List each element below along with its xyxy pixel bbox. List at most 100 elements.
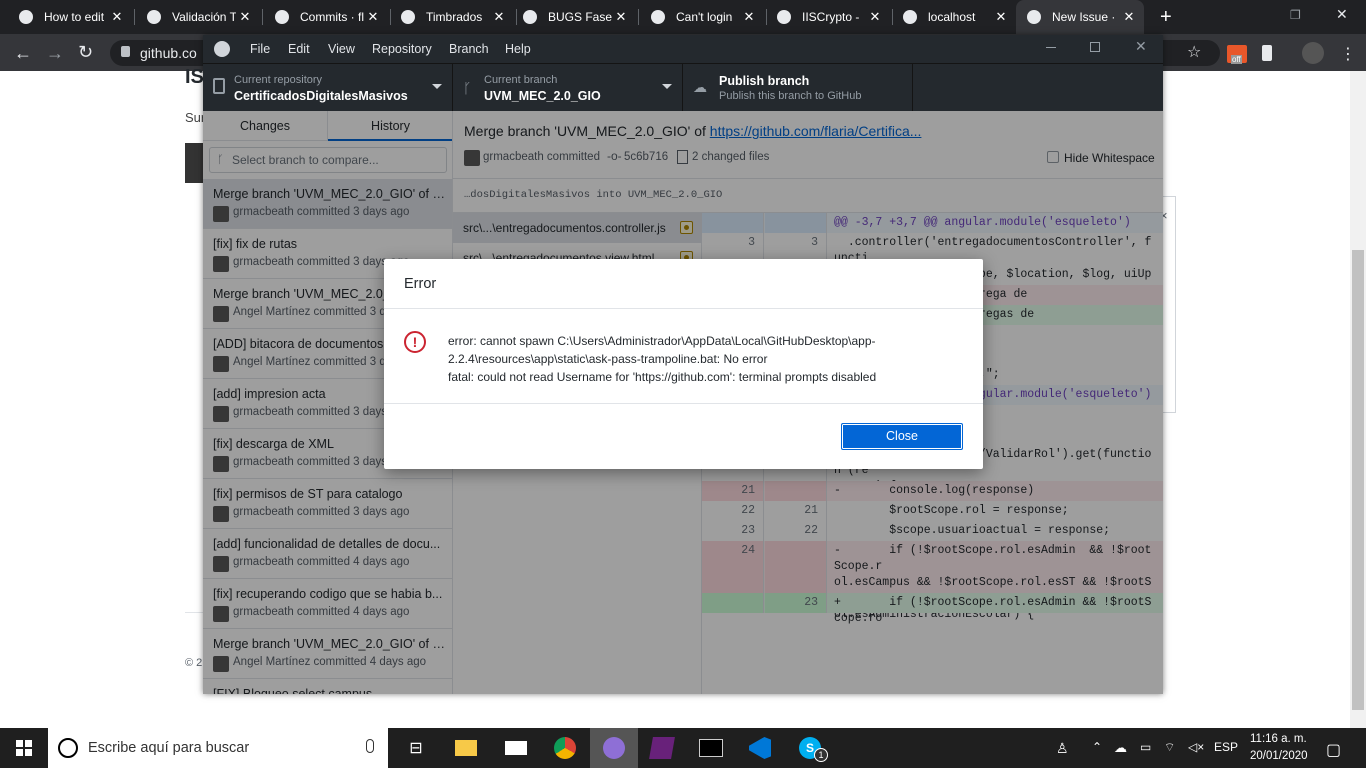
people-icon[interactable]: ♙	[1056, 740, 1069, 757]
tab-title: Timbrados	[426, 10, 483, 24]
browser-tab[interactable]: Commits · fl ✕	[264, 0, 388, 34]
current-repository-label: Current repository	[234, 74, 323, 86]
current-branch-button[interactable]: ᚴ Current branch UVM_MEC_2.0_GIO	[453, 64, 683, 112]
tab-close-icon[interactable]: ✕	[490, 9, 508, 25]
extension-2-icon[interactable]	[1262, 45, 1272, 61]
profile-avatar[interactable]	[1302, 42, 1324, 64]
github-desktop-taskbar-icon[interactable]	[590, 728, 638, 768]
clock-date[interactable]: 20/01/2020	[1250, 750, 1308, 762]
menu-branch[interactable]: Branch	[449, 42, 489, 56]
tab-close-icon[interactable]: ✕	[108, 9, 126, 25]
globe-icon	[902, 9, 918, 25]
microphone-icon[interactable]	[366, 739, 374, 753]
tab-title: IISCrypto -	[802, 10, 860, 24]
minimize-icon[interactable]	[1046, 47, 1056, 48]
error-line-1: error: cannot spawn C:\Users\Administrad…	[448, 334, 876, 348]
github-icon	[650, 9, 666, 25]
tab-close-icon[interactable]: ✕	[866, 9, 884, 25]
chevron-up-icon[interactable]: ⌃	[1092, 740, 1102, 754]
current-repository-value: CertificadosDigitalesMasivos	[234, 89, 408, 103]
tab-close-icon[interactable]: ✕	[612, 9, 630, 25]
menu-repository[interactable]: Repository	[372, 42, 432, 56]
tab-title: Can't login	[676, 10, 733, 24]
error-dialog: Error ! error: cannot spawn C:\Users\Adm…	[384, 259, 983, 469]
tab-close-icon[interactable]: ✕	[992, 9, 1010, 25]
tab-close-icon[interactable]: ✕	[740, 9, 758, 25]
browser-tab[interactable]: How to edit ✕	[8, 0, 132, 34]
current-repository-button[interactable]: Current repository CertificadosDigitales…	[203, 64, 453, 112]
browser-tab[interactable]: IISCrypto - ✕	[766, 0, 890, 34]
task-view-icon[interactable]: ⊟	[392, 728, 440, 768]
dialog-title: Error	[404, 276, 437, 292]
browser-tab[interactable]: New Issue · ✕	[1016, 0, 1144, 34]
visual-studio-icon[interactable]	[638, 728, 686, 768]
maximize-icon[interactable]	[1090, 42, 1100, 52]
tab-separator	[638, 9, 639, 25]
tab-title: localhost	[928, 10, 976, 24]
google-icon	[776, 9, 792, 25]
browser-menu-icon[interactable]: ⋮	[1340, 44, 1356, 64]
bookmark-star-icon[interactable]: ☆	[1187, 42, 1201, 62]
tab-close-icon[interactable]: ✕	[364, 9, 382, 25]
publish-branch-button[interactable]: ☁ Publish branch Publish this branch to …	[683, 64, 913, 112]
tab-close-icon[interactable]: ✕	[1120, 9, 1138, 25]
close-button[interactable]: Close	[841, 423, 963, 450]
new-tab-icon[interactable]: +	[1150, 0, 1180, 34]
repo-icon	[213, 78, 225, 94]
browser-tab[interactable]: Timbrados ✕	[390, 0, 514, 34]
clock-time[interactable]: 11:16 a. m.	[1250, 733, 1307, 745]
error-line-2: 2.2.4\resources\app\static\ask-pass-tram…	[448, 352, 768, 366]
browser-tab[interactable]: BUGS Fase ✕	[512, 0, 636, 34]
restore-window-icon[interactable]: ❐	[1290, 8, 1301, 22]
cloud-upload-icon: ☁	[693, 79, 707, 95]
menu-help[interactable]: Help	[505, 42, 531, 56]
notifications-icon[interactable]: ▢	[1326, 740, 1341, 760]
menu-view[interactable]: View	[328, 42, 355, 56]
windows-start-icon[interactable]	[0, 728, 48, 768]
branch-icon: ᚴ	[463, 80, 472, 96]
hex-icon	[400, 9, 416, 25]
forward-arrow-icon[interactable]: →	[46, 43, 64, 64]
onedrive-icon[interactable]: ☁	[1114, 740, 1127, 756]
tab-title: Commits · fl	[300, 10, 364, 24]
publish-branch-sub: Publish this branch to GitHub	[719, 90, 862, 102]
wifi-icon[interactable]: ⌔	[1164, 740, 1175, 755]
current-branch-value: UVM_MEC_2.0_GIO	[484, 89, 601, 103]
skype-badge: 1	[814, 748, 828, 762]
terminal-icon[interactable]	[687, 728, 735, 768]
browser-tab[interactable]: Can't login ✕	[640, 0, 764, 34]
browser-tab[interactable]: localhost ✕	[892, 0, 1016, 34]
trello-icon	[522, 9, 538, 25]
app-toolbar: Current repository CertificadosDigitales…	[203, 63, 1163, 112]
file-explorer-icon[interactable]	[442, 728, 490, 768]
tab-close-icon[interactable]: ✕	[236, 9, 254, 25]
volume-mute-icon[interactable]: ◁×	[1188, 740, 1204, 754]
scrollbar-thumb[interactable]	[1352, 250, 1364, 710]
chevron-down-icon	[662, 84, 672, 89]
lock-icon	[121, 46, 130, 57]
cortana-icon	[58, 738, 78, 758]
tab-title: How to edit	[44, 10, 105, 24]
reload-icon[interactable]: ↻	[78, 42, 93, 63]
menu-edit[interactable]: Edit	[288, 42, 310, 56]
vscode-icon[interactable]	[736, 728, 784, 768]
page-divider	[185, 612, 205, 613]
page-heading: IS	[185, 66, 204, 88]
page-avatar	[185, 143, 203, 183]
tab-title: Validación T	[172, 10, 236, 24]
menu-file[interactable]: File	[250, 42, 270, 56]
app-close-icon[interactable]: ✕	[1135, 38, 1147, 55]
mail-icon[interactable]	[492, 728, 540, 768]
chrome-icon[interactable]	[541, 728, 589, 768]
battery-icon[interactable]: ▭	[1140, 740, 1151, 754]
github-icon	[274, 9, 290, 25]
page-footer: © 2	[185, 657, 203, 669]
browser-tab[interactable]: Validación T ✕	[136, 0, 260, 34]
tab-separator	[262, 9, 263, 25]
close-window-icon[interactable]: ✕	[1336, 6, 1348, 23]
back-arrow-icon[interactable]: ←	[14, 43, 32, 64]
skype-icon[interactable]: S	[786, 728, 834, 768]
language-indicator[interactable]: ESP	[1214, 740, 1238, 754]
url-text[interactable]: github.co	[140, 45, 197, 61]
error-line-3: fatal: could not read Username for 'http…	[448, 370, 877, 384]
